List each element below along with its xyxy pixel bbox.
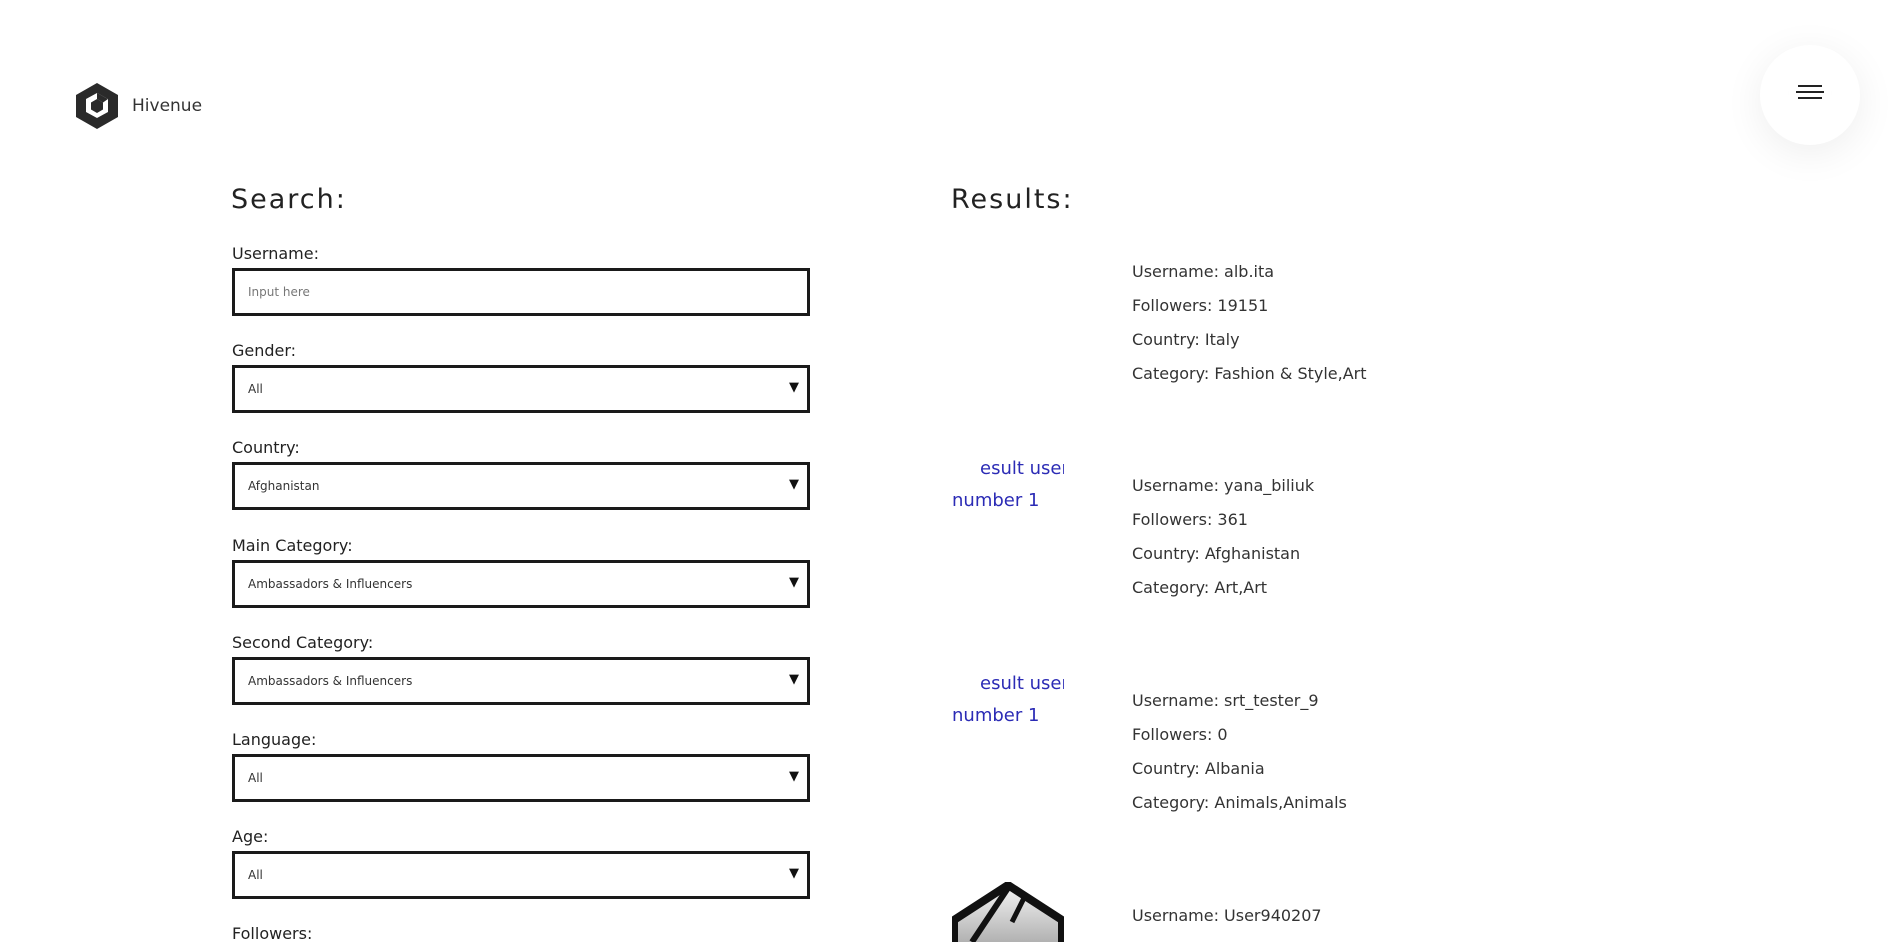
hamburger-menu-icon [1798,85,1822,87]
result-username: Username: srt_tester_9 [1132,691,1319,710]
dropdown-arrow-icon: ▼ [789,866,799,881]
result-item[interactable]: Username: yana_biliuk Followers: 361 Cou… [1132,476,1314,612]
result-username: Username: alb.ita [1132,262,1275,281]
hexagon-avatar-icon [952,882,1064,942]
results-heading: Results: [951,184,1074,215]
dropdown-arrow-icon: ▼ [789,575,799,590]
result-avatar [952,882,1064,942]
dropdown-arrow-icon: ▼ [789,769,799,784]
username-input[interactable]: Input here [232,268,810,316]
main-category-label: Main Category: [232,536,353,555]
result-category: Category: Art,Art [1132,578,1268,597]
language-select[interactable]: All ▼ [232,754,810,802]
result-country: Country: Afghanistan [1132,544,1301,563]
country-label: Country: [232,438,300,457]
result-item[interactable]: Username: User940207 [1132,906,1322,940]
result-username: Username: User940207 [1132,906,1322,925]
result-followers: Followers: 19151 [1132,296,1269,315]
result-image-alt-line: number 1 [952,705,1040,726]
result-category: Category: Fashion & Style,Art [1132,364,1367,383]
age-label: Age: [232,827,269,846]
hamburger-line [1798,97,1822,99]
main-category-select[interactable]: Ambassadors & Influencers ▼ [232,560,810,608]
language-value: All [248,771,263,785]
dropdown-arrow-icon: ▼ [789,380,799,395]
second-category-value: Ambassadors & Influencers [248,674,413,688]
gender-value: All [248,382,263,396]
result-image-alt-line: number 1 [952,490,1040,511]
second-category-select[interactable]: Ambassadors & Influencers ▼ [232,657,810,705]
gender-select[interactable]: All ▼ [232,365,810,413]
dropdown-arrow-icon: ▼ [789,477,799,492]
brand-name: Hivenue [132,96,203,116]
language-label: Language: [232,730,317,749]
result-item[interactable]: Username: alb.ita Followers: 19151 Count… [1132,262,1367,398]
age-value: All [248,868,263,882]
age-select[interactable]: All ▼ [232,851,810,899]
result-followers: Followers: 0 [1132,725,1228,744]
result-item[interactable]: Username: srt_tester_9 Followers: 0 Coun… [1132,691,1347,827]
brand-logo[interactable]: Hivenue [74,82,202,130]
country-select[interactable]: Afghanistan ▼ [232,462,810,510]
result-username: Username: yana_biliuk [1132,476,1315,495]
gender-label: Gender: [232,341,297,360]
result-followers: Followers: 361 [1132,510,1248,529]
dropdown-arrow-icon: ▼ [789,672,799,687]
result-image-broken: esult user number 1 [952,453,1064,517]
result-category: Category: Animals,Animals [1132,793,1347,812]
result-image-alt-line: esult user [980,458,1064,479]
result-image-broken: esult user number 1 [952,668,1064,732]
result-country: Country: Albania [1132,759,1265,778]
main-category-value: Ambassadors & Influencers [248,577,413,591]
username-label: Username: [232,244,319,263]
hexagon-cube-logo-icon [76,83,118,129]
result-country: Country: Italy [1132,330,1240,349]
second-category-label: Second Category: [232,633,374,652]
hamburger-line [1796,91,1824,93]
country-value: Afghanistan [248,479,320,493]
followers-label: Followers: [232,924,313,943]
result-image-alt-line: esult user [980,673,1064,694]
search-heading: Search: [231,184,347,215]
